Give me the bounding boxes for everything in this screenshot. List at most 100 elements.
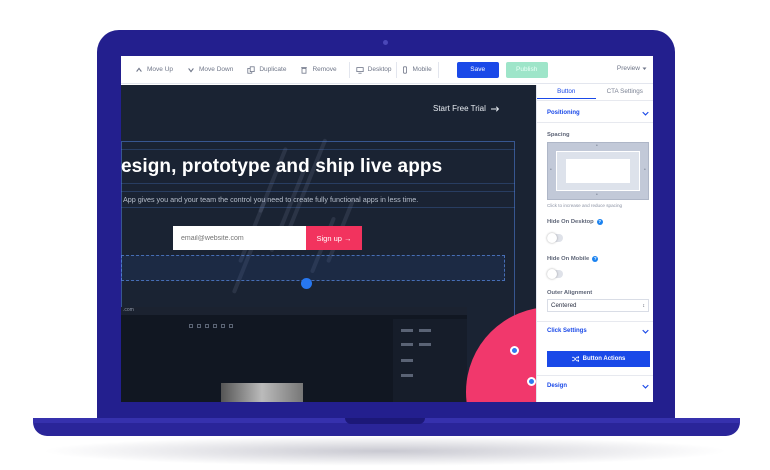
- design-label: Design: [547, 383, 568, 389]
- updown-arrows-icon: ↕: [642, 302, 646, 309]
- margin-top-control[interactable]: •: [596, 143, 598, 149]
- shuffle-icon: [571, 356, 579, 362]
- start-free-trial-link[interactable]: Start Free Trial: [433, 104, 500, 113]
- tool-icon: [189, 324, 193, 328]
- move-down-label: Move Down: [199, 66, 234, 73]
- copy-icon: [247, 65, 255, 74]
- caret-down-icon: [642, 67, 647, 70]
- outer-alignment-select[interactable]: Centered ↕: [547, 299, 649, 312]
- editor-screen: Move Up Move Down Duplicate Remove Deskt…: [121, 56, 653, 402]
- settings-panel: Button CTA Settings Positioning Spacing …: [536, 85, 653, 402]
- panel-row: [401, 329, 413, 332]
- hide-on-mobile-text: Hide On Mobile: [547, 256, 590, 262]
- desktop-view-button[interactable]: Desktop: [356, 66, 392, 74]
- panel-row: [419, 343, 431, 346]
- mobile-view-button[interactable]: Mobile: [401, 65, 432, 74]
- toolbar-divider: [437, 61, 439, 78]
- move-up-button[interactable]: Move Up: [135, 66, 173, 74]
- start-free-trial-label: Start Free Trial: [433, 104, 486, 113]
- hide-on-desktop-toggle[interactable]: [547, 233, 563, 243]
- margin-bottom-control[interactable]: •: [596, 192, 598, 198]
- remove-label: Remove: [312, 66, 337, 73]
- camera-icon: [383, 40, 388, 45]
- guide-line: [121, 207, 515, 208]
- app-titlebar: .com: [121, 307, 467, 315]
- app-side-panel: [393, 319, 467, 402]
- chevron-down-icon: [642, 329, 649, 334]
- signup-button[interactable]: Sign up →: [306, 226, 362, 250]
- divider: [537, 122, 653, 123]
- tool-icon: [205, 324, 209, 328]
- positioning-label: Positioning: [547, 110, 580, 116]
- spacing-editor[interactable]: • • • •: [547, 142, 649, 200]
- button-actions-button[interactable]: Button Actions: [547, 351, 650, 367]
- panel-row: [401, 343, 413, 346]
- app-toolbar-icons: [189, 324, 233, 328]
- tool-icon: [229, 324, 233, 328]
- signup-label: Sign up: [316, 233, 342, 243]
- panel-row: [401, 374, 413, 377]
- settings-dot-icon[interactable]: [527, 377, 536, 386]
- app-image-placeholder: [221, 383, 303, 402]
- click-settings-section-header[interactable]: Click Settings: [547, 328, 649, 334]
- toolbar-divider: [395, 61, 397, 78]
- content-box: [566, 159, 630, 183]
- duplicate-button[interactable]: Duplicate: [247, 65, 286, 74]
- product-mockup: Move Up Move Down Duplicate Remove Deskt…: [0, 0, 770, 470]
- outer-alignment-label: Outer Alignment: [547, 290, 593, 296]
- hide-on-mobile-label: Hide On Mobile ?: [547, 256, 599, 262]
- trash-icon: [301, 66, 308, 74]
- preview-label: Preview: [616, 65, 640, 72]
- hero-subtext[interactable]: App gives you and your team the control …: [123, 195, 418, 204]
- guide-line: [121, 149, 515, 150]
- hide-on-desktop-label: Hide On Desktop ?: [547, 219, 603, 225]
- selected-element-outline: [121, 255, 505, 281]
- desktop-label: Desktop: [367, 66, 392, 73]
- chevron-up-icon: [136, 66, 142, 72]
- move-up-label: Move Up: [147, 66, 174, 73]
- chevron-down-icon: [642, 384, 649, 389]
- button-actions-label: Button Actions: [582, 356, 626, 362]
- settings-dot-icon[interactable]: [510, 346, 519, 355]
- arrow-right-icon: →: [344, 233, 352, 243]
- app-screenshot: .com: [121, 307, 467, 402]
- divider: [537, 375, 653, 376]
- chevron-down-icon: [642, 111, 649, 116]
- publish-button[interactable]: Publish: [505, 61, 548, 78]
- tab-button[interactable]: Button: [537, 85, 596, 99]
- drag-handle[interactable]: [301, 278, 312, 289]
- app-url-text: .com: [123, 307, 134, 313]
- chevron-down-icon: [188, 67, 194, 73]
- click-settings-label: Click Settings: [547, 328, 587, 334]
- editor-toolbar: Move Up Move Down Duplicate Remove Deskt…: [121, 56, 653, 84]
- save-button[interactable]: Save: [456, 61, 499, 78]
- hide-on-mobile-toggle[interactable]: [547, 269, 563, 279]
- laptop-notch: [345, 418, 425, 424]
- phone-icon: [402, 65, 407, 74]
- hero-headline[interactable]: esign, prototype and ship live apps: [121, 156, 442, 178]
- remove-button[interactable]: Remove: [300, 66, 337, 74]
- design-section-header[interactable]: Design: [547, 383, 649, 389]
- help-icon[interactable]: ?: [592, 256, 599, 262]
- page-canvas[interactable]: Start Free Trial esign, prototype and sh…: [121, 85, 536, 402]
- help-icon[interactable]: ?: [596, 219, 603, 225]
- spacing-label: Spacing: [547, 132, 570, 138]
- divider: [537, 100, 653, 101]
- preview-dropdown[interactable]: Preview: [617, 65, 647, 72]
- hide-on-desktop-text: Hide On Desktop: [547, 219, 594, 225]
- outer-alignment-value: Centered: [551, 302, 577, 309]
- tool-icon: [221, 324, 225, 328]
- guide-line: [121, 183, 515, 184]
- panel-row: [419, 329, 431, 332]
- margin-right-control[interactable]: •: [644, 167, 646, 173]
- tab-cta-settings[interactable]: CTA Settings: [596, 85, 654, 99]
- panel-row: [401, 359, 413, 362]
- margin-left-control[interactable]: •: [550, 167, 552, 173]
- padding-box[interactable]: [556, 151, 640, 191]
- email-input[interactable]: [173, 226, 306, 250]
- positioning-section-header[interactable]: Positioning: [547, 110, 649, 116]
- toolbar-divider: [348, 61, 350, 78]
- panel-tabs: Button CTA Settings: [537, 85, 653, 99]
- mobile-label: Mobile: [412, 66, 432, 73]
- move-down-button[interactable]: Move Down: [187, 66, 233, 74]
